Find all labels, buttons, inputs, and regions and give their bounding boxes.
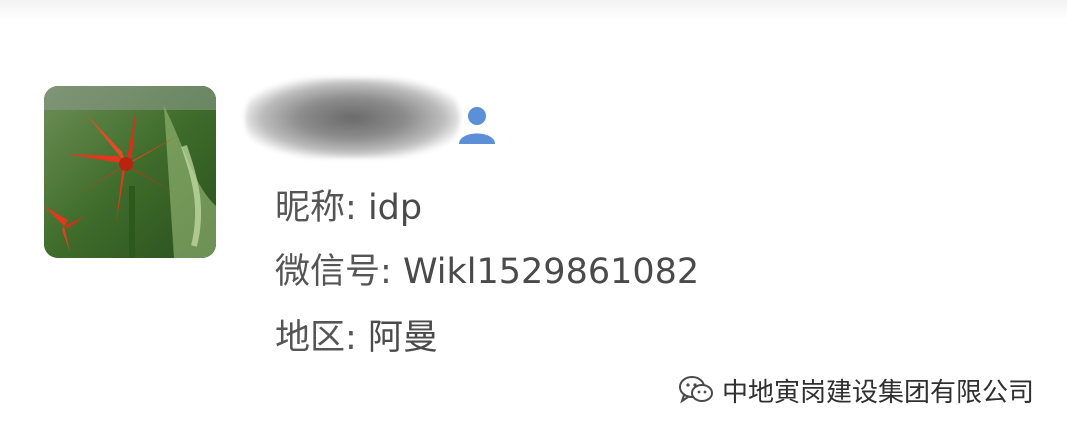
wechat-id-value: Wikl1529861082 (402, 252, 700, 292)
nickname-value: idp (367, 188, 423, 228)
nickname-label: 昵称: (275, 188, 357, 228)
wechat-logo-icon (679, 376, 713, 404)
avatar[interactable] (44, 86, 216, 258)
wechat-id-row: 微信号: Wikl1529861082 (275, 250, 699, 294)
blurred-username (245, 78, 460, 158)
region-label: 地区: (275, 318, 357, 358)
top-edge (0, 0, 1067, 20)
contact-person-icon (456, 104, 498, 144)
region-row: 地区: 阿曼 (275, 316, 438, 360)
nickname-row: 昵称: idp (275, 186, 422, 230)
watermark-text: 中地寅岗建设集团有限公司 (722, 377, 1035, 408)
wechat-id-label: 微信号: (275, 252, 392, 292)
watermark: 中地寅岗建设集团有限公司 (678, 370, 1034, 410)
avatar-flower-image (44, 86, 216, 258)
region-value: 阿曼 (367, 318, 438, 358)
contact-card: 昵称: idp 微信号: Wikl1529861082 地区: 阿曼 中地寅岗建… (0, 0, 1067, 435)
